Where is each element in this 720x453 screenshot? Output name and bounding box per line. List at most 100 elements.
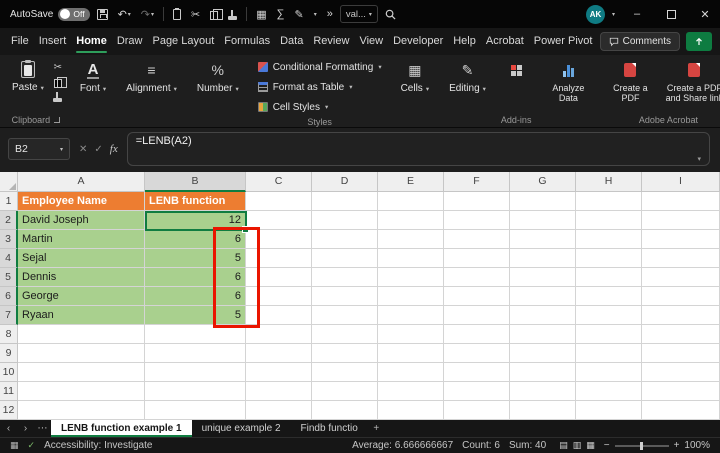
copy-icon[interactable] [51, 76, 65, 88]
clipboard-dialog-launcher-icon[interactable] [54, 117, 60, 123]
view-normal-icon[interactable]: ▤ [559, 440, 568, 451]
cell-F6[interactable] [444, 287, 510, 306]
cell-H6[interactable] [576, 287, 642, 306]
maximize-button[interactable] [656, 0, 686, 28]
menu-tab-power-pivot[interactable]: Power Pivot [529, 28, 598, 55]
menu-tab-file[interactable]: File [6, 28, 34, 55]
column-header-C[interactable]: C [246, 172, 312, 192]
cell-H9[interactable] [576, 344, 642, 363]
cell-H2[interactable] [576, 211, 642, 230]
autosave-toggle[interactable]: AutoSave Off [10, 8, 90, 21]
cell-A3[interactable]: Martin [18, 230, 145, 249]
cell-H11[interactable] [576, 382, 642, 401]
redo-icon[interactable]: ↷▾ [138, 3, 157, 25]
paste-qat-icon[interactable] [170, 3, 184, 25]
cell-D6[interactable] [312, 287, 378, 306]
sheet-nav-left-icon[interactable]: ‹ [0, 420, 17, 437]
cell-I1[interactable] [642, 192, 720, 211]
column-header-A[interactable]: A [18, 172, 145, 192]
row-header-3[interactable]: 3 [0, 230, 18, 249]
cell-G11[interactable] [510, 382, 576, 401]
more-commands-icon[interactable]: » [324, 3, 336, 25]
cell-I8[interactable] [642, 325, 720, 344]
formula-input[interactable]: =LENB(A2) ▾ [127, 132, 710, 166]
analyze-data-button[interactable]: Analyze Data [541, 58, 595, 104]
number-button[interactable]: % Number▾ [192, 58, 244, 94]
qat-customize-icon[interactable]: ▾ [311, 3, 320, 25]
cell-G4[interactable] [510, 249, 576, 268]
cell-G5[interactable] [510, 268, 576, 287]
row-header-5[interactable]: 5 [0, 268, 18, 287]
cell-I6[interactable] [642, 287, 720, 306]
row-header-6[interactable]: 6 [0, 287, 18, 306]
cell-A4[interactable]: Sejal [18, 249, 145, 268]
cell-I2[interactable] [642, 211, 720, 230]
cell-C9[interactable] [246, 344, 312, 363]
cut-icon[interactable]: ✂ [51, 62, 65, 74]
copy-icon[interactable] [207, 3, 221, 25]
column-header-F[interactable]: F [444, 172, 510, 192]
cell-styles-button[interactable]: Cell Styles ▾ [254, 98, 333, 116]
cell-H5[interactable] [576, 268, 642, 287]
format-painter-icon[interactable] [225, 3, 240, 25]
comments-button[interactable]: Comments [600, 32, 680, 51]
cell-H7[interactable] [576, 306, 642, 325]
cell-I9[interactable] [642, 344, 720, 363]
cell-G10[interactable] [510, 363, 576, 382]
enter-icon[interactable]: ✓ [94, 144, 102, 155]
editing-button[interactable]: ✎ Editing▾ [444, 58, 491, 94]
row-header-7[interactable]: 7 [0, 306, 18, 325]
account-chevron-icon[interactable]: ▾ [609, 3, 618, 25]
menu-tab-draw[interactable]: Draw [112, 28, 148, 55]
cell-F1[interactable] [444, 192, 510, 211]
row-header-10[interactable]: 10 [0, 363, 18, 382]
cell-B10[interactable] [145, 363, 246, 382]
cell-A8[interactable] [18, 325, 145, 344]
cell-E3[interactable] [378, 230, 444, 249]
cell-B11[interactable] [145, 382, 246, 401]
autosave-switch[interactable]: Off [58, 8, 89, 21]
row-header-1[interactable]: 1 [0, 192, 18, 211]
cell-G2[interactable] [510, 211, 576, 230]
cell-E7[interactable] [378, 306, 444, 325]
cell-F8[interactable] [444, 325, 510, 344]
cell-C1[interactable] [246, 192, 312, 211]
cell-B1[interactable]: LENB function [145, 192, 246, 211]
sheet-tab-unique[interactable]: unique example 2 [192, 420, 291, 437]
column-header-I[interactable]: I [642, 172, 720, 192]
cell-H10[interactable] [576, 363, 642, 382]
menu-tab-acrobat[interactable]: Acrobat [481, 28, 529, 55]
column-header-G[interactable]: G [510, 172, 576, 192]
font-button[interactable]: A Font▾ [75, 58, 111, 94]
menu-tab-review[interactable]: Review [308, 28, 354, 55]
cell-H4[interactable] [576, 249, 642, 268]
cell-F3[interactable] [444, 230, 510, 249]
qat-search-dropdown[interactable]: val... ▾ [340, 5, 378, 23]
sheet-tab-lenb[interactable]: LENB function example 1 [51, 420, 192, 437]
cell-D4[interactable] [312, 249, 378, 268]
cell-F12[interactable] [444, 401, 510, 420]
draw-icon[interactable]: ✎ [292, 3, 307, 25]
add-ins-button[interactable] [506, 58, 527, 79]
menu-tab-home[interactable]: Home [71, 28, 112, 55]
formula-bar-expand-icon[interactable]: ▾ [697, 155, 701, 163]
cell-D7[interactable] [312, 306, 378, 325]
cell-D12[interactable] [312, 401, 378, 420]
cell-F11[interactable] [444, 382, 510, 401]
cell-G9[interactable] [510, 344, 576, 363]
zoom-in-icon[interactable]: + [674, 440, 680, 451]
cell-E5[interactable] [378, 268, 444, 287]
cell-F5[interactable] [444, 268, 510, 287]
cell-G7[interactable] [510, 306, 576, 325]
menu-tab-data[interactable]: Data [275, 28, 308, 55]
cell-H1[interactable] [576, 192, 642, 211]
cell-G12[interactable] [510, 401, 576, 420]
cell-I12[interactable] [642, 401, 720, 420]
undo-icon[interactable]: ↶▾ [115, 3, 134, 25]
cell-G1[interactable] [510, 192, 576, 211]
sheet-nav-right-icon[interactable]: › [17, 420, 34, 437]
insert-function-icon[interactable]: fx [110, 143, 118, 155]
cell-I4[interactable] [642, 249, 720, 268]
cell-A6[interactable]: George [18, 287, 145, 306]
row-header-2[interactable]: 2 [0, 211, 18, 230]
